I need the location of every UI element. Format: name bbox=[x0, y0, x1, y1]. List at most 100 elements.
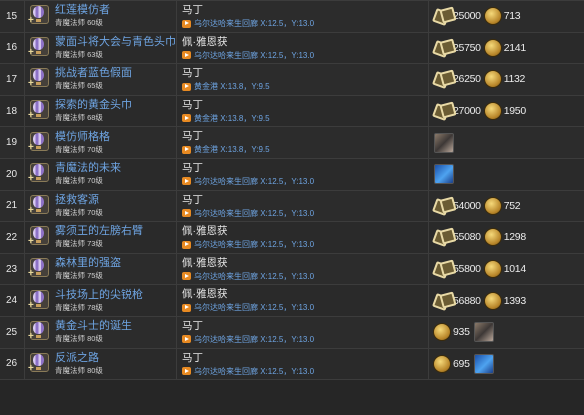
npc-cell: 马丁 乌尔达哈来生回廊 X:12.5，Y:13.0 bbox=[177, 348, 429, 380]
reward-item[interactable]: 1950 bbox=[483, 102, 526, 121]
reward-item[interactable] bbox=[473, 353, 494, 374]
location-link[interactable]: 黄金港 X:13.8，Y:9.5 bbox=[194, 81, 270, 92]
map-location-icon[interactable] bbox=[182, 114, 191, 123]
map-location-icon[interactable] bbox=[182, 303, 191, 312]
reward-item[interactable]: 695 bbox=[433, 354, 470, 373]
reward-cell: 56880 1393 bbox=[429, 285, 584, 316]
quest-title-link[interactable]: 青魔法的未来 bbox=[55, 162, 121, 175]
quest-title-link[interactable]: 雾须王的左膀右臂 bbox=[55, 225, 143, 238]
quest-level: 青魔法师 68级 bbox=[55, 113, 103, 123]
table-row: 17 + 挑战者蓝色假面 青魔法师 65级 马丁 黄金港 X:13.8，Y:9.… bbox=[0, 64, 584, 96]
map-location-icon[interactable] bbox=[182, 51, 191, 60]
quest-level: 青魔法师 60级 bbox=[55, 18, 103, 28]
quest-title-link[interactable]: 挑战者蓝色假面 bbox=[55, 67, 132, 80]
quest-title-link[interactable]: 森林里的强盗 bbox=[55, 257, 121, 270]
gil-amount: 1014 bbox=[503, 263, 526, 276]
wolf-item-reward-icon[interactable] bbox=[434, 132, 454, 153]
npc-name: 佩·雅恩获 bbox=[182, 256, 228, 269]
blue-mage-job-icon: + bbox=[28, 66, 49, 92]
reward-item[interactable]: 2141 bbox=[483, 38, 526, 57]
reward-item[interactable]: 1132 bbox=[483, 70, 526, 89]
table-row: 26 + 反派之路 青魔法师 80级 马丁 乌尔达哈来生回廊 X:12.5，Y:… bbox=[0, 348, 584, 381]
reward-item[interactable]: 935 bbox=[433, 323, 470, 342]
reward-item[interactable]: 713 bbox=[483, 7, 521, 26]
location-link[interactable]: 乌尔达哈来生回廊 X:12.5，Y:13.0 bbox=[194, 239, 314, 250]
location-link[interactable]: 乌尔达哈来生回廊 X:12.5，Y:13.0 bbox=[194, 334, 314, 345]
reward-item[interactable]: 26250 bbox=[432, 69, 481, 90]
quest-cell: + 拯救客源 青魔法师 70级 bbox=[25, 190, 177, 222]
gil-amount: 935 bbox=[453, 326, 470, 339]
reward-item[interactable]: 1393 bbox=[483, 291, 526, 310]
location-link[interactable]: 黄金港 X:13.8，Y:9.5 bbox=[194, 144, 270, 155]
reward-item[interactable]: 55800 bbox=[432, 259, 481, 280]
blue-item-reward-icon[interactable] bbox=[434, 164, 454, 185]
reward-item[interactable]: 55080 bbox=[432, 227, 481, 248]
npc-name: 佩·雅恩获 bbox=[182, 35, 228, 48]
quest-title-link[interactable]: 模仿师格格 bbox=[55, 131, 110, 144]
gil-amount: 713 bbox=[503, 10, 521, 23]
quest-title-link[interactable]: 蒙面斗将大会与青色头巾 bbox=[55, 36, 176, 49]
quest-title-link[interactable]: 红莲模仿者 bbox=[55, 4, 110, 17]
quest-title-link[interactable]: 黄金斗士的诞生 bbox=[55, 320, 132, 333]
table-row: 20 + 青魔法的未来 青魔法师 70级 马丁 乌尔达哈来生回廊 X:12.5，… bbox=[0, 158, 584, 191]
location-link[interactable]: 黄金港 X:13.8，Y:9.5 bbox=[194, 113, 270, 124]
quest-title-link[interactable]: 拯救客源 bbox=[55, 194, 103, 207]
gil-coin-icon bbox=[483, 228, 502, 247]
table-row: 18 + 探索的黄金头巾 青魔法师 68级 马丁 黄金港 X:13.8，Y:9.… bbox=[0, 95, 584, 128]
location-link[interactable]: 乌尔达哈来生回廊 X:12.5，Y:13.0 bbox=[194, 366, 314, 377]
reward-item[interactable]: 25000 bbox=[432, 6, 481, 27]
reward-item[interactable]: 56880 bbox=[432, 291, 481, 311]
location-link[interactable]: 乌尔达哈来生回廊 X:12.5，Y:13.0 bbox=[194, 50, 314, 61]
quest-title-link[interactable]: 斗技场上的尖锐枪 bbox=[55, 289, 143, 302]
wolf-item-reward-icon[interactable] bbox=[473, 322, 494, 343]
quest-level: 青魔法师 78级 bbox=[55, 302, 103, 312]
npc-cell: 马丁 乌尔达哈来生回廊 X:12.5，Y:13.0 bbox=[177, 158, 429, 190]
reward-item[interactable] bbox=[473, 322, 494, 343]
map-location-icon[interactable] bbox=[182, 82, 191, 91]
map-location-icon[interactable] bbox=[182, 209, 191, 218]
blue-mage-job-icon: + bbox=[28, 161, 49, 187]
quest-level: 青魔法师 80级 bbox=[55, 334, 103, 344]
map-location-icon[interactable] bbox=[182, 145, 191, 154]
reward-cell: 26250 1132 bbox=[429, 64, 584, 95]
gil-amount: 1393 bbox=[503, 294, 526, 307]
allagan-tomestone-icon bbox=[432, 196, 457, 216]
gil-coin-icon bbox=[483, 196, 502, 215]
reward-item[interactable]: 752 bbox=[483, 196, 521, 215]
npc-cell: 马丁 乌尔达哈来生回廊 X:12.5，Y:13.0 bbox=[177, 316, 429, 348]
reward-item[interactable]: 54000 bbox=[432, 196, 481, 216]
gil-amount: 1132 bbox=[503, 73, 526, 86]
gil-coin-icon bbox=[433, 354, 451, 373]
tomestone-amount: 27000 bbox=[453, 105, 481, 118]
gil-coin-icon bbox=[433, 323, 451, 342]
reward-item[interactable]: 27000 bbox=[432, 101, 481, 122]
gil-coin-icon bbox=[483, 70, 502, 89]
reward-cell bbox=[429, 127, 584, 158]
quest-title-link[interactable]: 探索的黄金头巾 bbox=[55, 99, 132, 112]
reward-item[interactable]: 1014 bbox=[483, 260, 526, 279]
reward-item[interactable]: 25750 bbox=[432, 38, 481, 58]
quest-title-link[interactable]: 反派之路 bbox=[55, 352, 103, 365]
quest-level: 青魔法师 80级 bbox=[55, 365, 103, 375]
map-location-icon[interactable] bbox=[182, 335, 191, 344]
npc-cell: 马丁 乌尔达哈来生回廊 X:12.5，Y:13.0 bbox=[177, 190, 429, 222]
location-link[interactable]: 乌尔达哈来生回廊 X:12.5，Y:13.0 bbox=[194, 208, 314, 219]
reward-item[interactable] bbox=[433, 132, 454, 153]
location-link[interactable]: 乌尔达哈来生回廊 X:12.5，Y:13.0 bbox=[194, 18, 314, 29]
reward-item[interactable]: 1298 bbox=[483, 228, 526, 247]
quest-number: 24 bbox=[0, 285, 25, 316]
npc-name: 马丁 bbox=[182, 98, 203, 111]
map-location-icon[interactable] bbox=[182, 19, 191, 28]
location-link[interactable]: 乌尔达哈来生回廊 X:12.5，Y:13.0 bbox=[194, 176, 314, 187]
gil-coin-icon bbox=[483, 102, 502, 121]
location-link[interactable]: 乌尔达哈来生回廊 X:12.5，Y:13.0 bbox=[194, 271, 314, 282]
location-link[interactable]: 乌尔达哈来生回廊 X:12.5，Y:13.0 bbox=[194, 302, 314, 313]
map-location-icon[interactable] bbox=[182, 272, 191, 281]
reward-item[interactable] bbox=[433, 164, 454, 185]
blue-item-reward-icon[interactable] bbox=[473, 353, 494, 374]
map-location-icon[interactable] bbox=[182, 240, 191, 249]
map-location-icon[interactable] bbox=[182, 177, 191, 186]
map-location-icon[interactable] bbox=[182, 367, 191, 376]
table-row: 25 + 黄金斗士的诞生 青魔法师 80级 马丁 乌尔达哈来生回廊 X:12.5… bbox=[0, 316, 584, 349]
allagan-tomestone-icon bbox=[432, 69, 457, 90]
